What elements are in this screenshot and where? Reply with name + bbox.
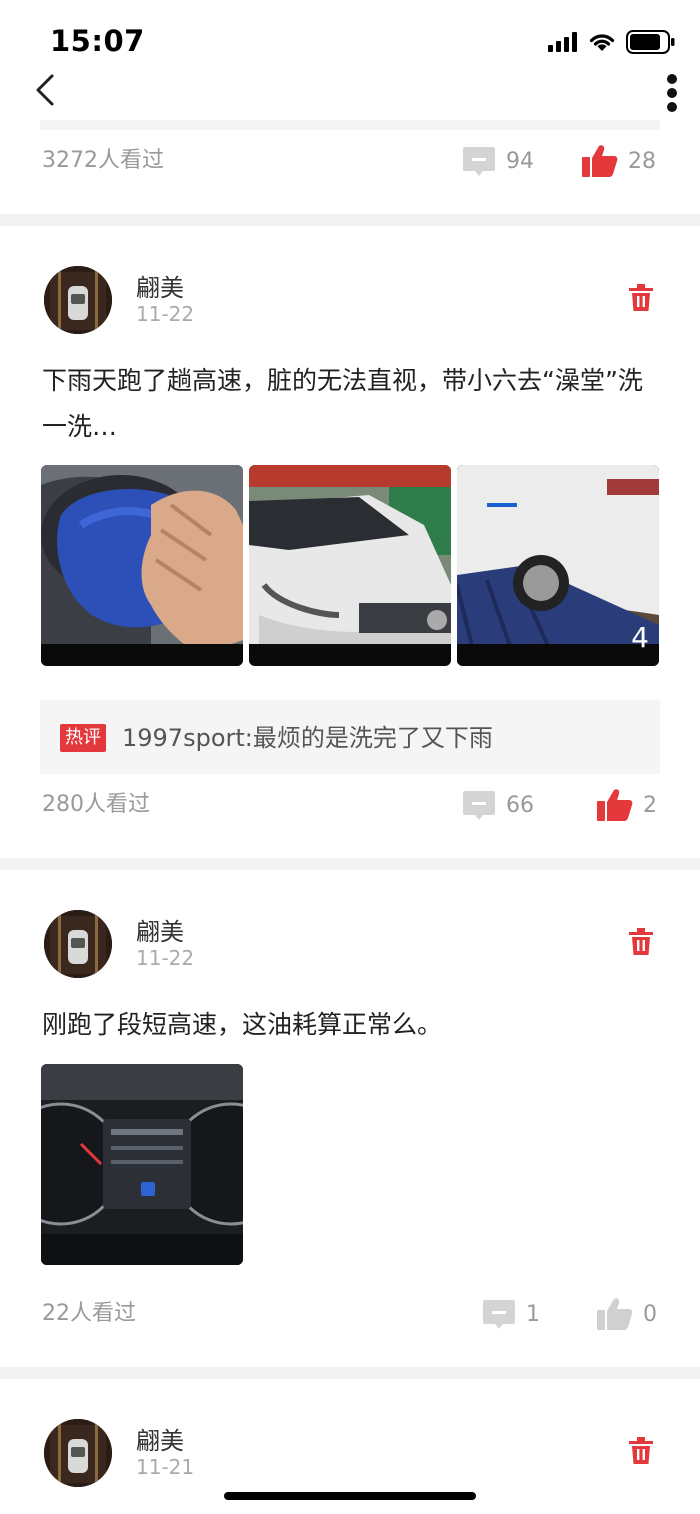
view-count: 22人看过 <box>42 1301 136 1326</box>
comment-button[interactable]: 94 <box>462 141 534 181</box>
view-count: 280人看过 <box>42 792 150 817</box>
post-date: 11-22 <box>136 302 195 326</box>
post-date: 11-22 <box>136 946 195 970</box>
post-date: 11-21 <box>136 1455 195 1479</box>
nav-bar <box>0 64 700 116</box>
avatar-car-image <box>44 266 112 334</box>
comment-count: 94 <box>506 148 534 174</box>
image-white-car-front <box>249 465 451 666</box>
image-count-badge: 4 <box>631 621 649 654</box>
post-text[interactable]: 下雨天跑了趟高速，脏的无法直视，带小六去“澡堂”洗一洗… <box>42 358 660 450</box>
avatar[interactable] <box>44 266 112 334</box>
comment-count: 1 <box>526 1301 540 1327</box>
view-count: 3272人看过 <box>42 148 164 173</box>
section-divider <box>0 1367 700 1379</box>
hot-comment-text: 1997sport:最烦的是洗完了又下雨 <box>122 724 493 752</box>
author-name[interactable]: 翩美 <box>136 912 184 947</box>
image-caption-bar <box>249 644 451 666</box>
previous-post-stats: 3272人看过 94 28 <box>42 141 660 181</box>
image-hand-with-towel <box>41 465 243 666</box>
home-indicator[interactable] <box>224 1492 476 1500</box>
section-divider <box>0 214 700 226</box>
author-name[interactable]: 翩美 <box>136 268 184 303</box>
avatar[interactable] <box>44 910 112 978</box>
comment-button[interactable]: 1 <box>482 1294 540 1334</box>
hot-comment[interactable]: 热评 1997sport:最烦的是洗完了又下雨 <box>40 700 660 774</box>
cellular-signal-icon <box>548 32 577 52</box>
thumbs-up-icon <box>597 1298 633 1330</box>
like-button[interactable]: 28 <box>582 141 656 181</box>
avatar-car-image <box>44 910 112 978</box>
like-button[interactable]: 2 <box>597 785 657 825</box>
post-header: 翩美 11-22 <box>44 910 658 980</box>
status-time: 15:07 <box>50 24 145 58</box>
post-header: 翩美 11-22 <box>44 266 658 336</box>
trash-icon[interactable] <box>628 928 654 956</box>
comment-icon <box>483 1300 515 1329</box>
post-stats: 22人看过 1 0 <box>42 1294 660 1334</box>
trash-icon[interactable] <box>628 284 654 312</box>
thumbs-up-icon <box>582 145 618 177</box>
like-count: 0 <box>643 1301 657 1327</box>
like-button[interactable]: 0 <box>597 1294 657 1334</box>
image-dashboard <box>41 1064 243 1265</box>
post-image-1[interactable] <box>41 465 243 666</box>
post-image-2[interactable] <box>249 465 451 666</box>
avatar[interactable] <box>44 1419 112 1487</box>
battery-icon <box>626 30 675 54</box>
comment-icon <box>463 147 495 176</box>
author-name[interactable]: 翩美 <box>136 1421 184 1456</box>
previous-post-hot-comment-edge <box>40 120 660 130</box>
image-caption-bar <box>457 644 659 666</box>
thumbs-up-icon <box>597 789 633 821</box>
section-divider <box>0 858 700 870</box>
like-count: 2 <box>643 792 657 818</box>
like-count: 28 <box>628 148 656 174</box>
post-stats: 280人看过 66 2 <box>42 785 660 825</box>
comment-count: 66 <box>506 792 534 818</box>
back-arrow-icon[interactable] <box>30 68 70 112</box>
post-image-3[interactable]: 4 <box>457 465 659 666</box>
image-caption-bar <box>41 644 243 666</box>
post-text[interactable]: 刚跑了段短高速，这油耗算正常么。 <box>42 1002 660 1048</box>
image-white-car-side <box>457 465 659 666</box>
post-image-1[interactable] <box>41 1064 243 1265</box>
trash-icon[interactable] <box>628 1437 654 1465</box>
post-header: 翩美 11-21 <box>44 1419 658 1489</box>
more-options-icon[interactable] <box>658 70 686 114</box>
wifi-icon <box>589 34 615 51</box>
comment-button[interactable]: 66 <box>462 785 534 825</box>
comment-icon <box>463 791 495 820</box>
status-bar: 15:07 <box>0 0 700 70</box>
avatar-car-image <box>44 1419 112 1487</box>
hot-comment-tag: 热评 <box>60 724 106 752</box>
status-icons <box>548 30 676 54</box>
